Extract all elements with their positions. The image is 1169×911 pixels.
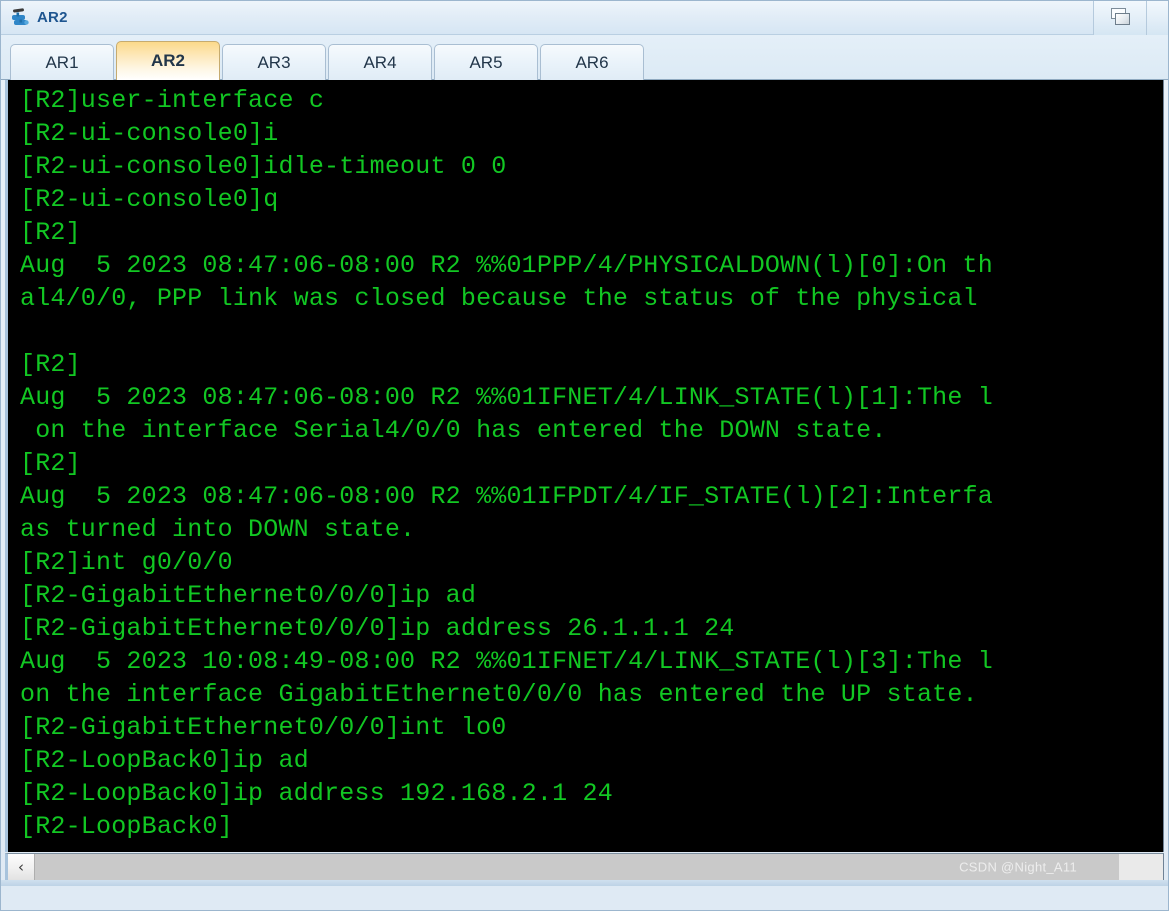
terminal-line: [R2-GigabitEthernet0/0/0]ip ad: [20, 581, 477, 610]
terminal-line: [R2]int g0/0/0: [20, 548, 233, 577]
terminal-line: [R2]: [20, 449, 81, 478]
terminal-line: on the interface Serial4/0/0 has entered…: [20, 416, 887, 445]
tab-ar5[interactable]: AR5: [434, 44, 538, 80]
window-controls: [1093, 1, 1168, 35]
tab-label: AR4: [363, 52, 397, 72]
title-bar: AR2: [1, 1, 1168, 35]
window-title: AR2: [37, 9, 68, 26]
tab-ar4[interactable]: AR4: [328, 44, 432, 80]
terminal-line: Aug 5 2023 08:47:06-08:00 R2 %%01PPP/4/P…: [20, 251, 993, 280]
terminal-line: on the interface GigabitEthernet0/0/0 ha…: [20, 680, 978, 709]
restore-window-icon: [1108, 8, 1132, 28]
tab-label: AR1: [45, 52, 79, 72]
watermark-text: CSDN @Night_A11: [959, 859, 1077, 875]
tab-label: AR5: [469, 52, 503, 72]
restore-window-button[interactable]: [1093, 1, 1146, 35]
scrollbar-end-region: [1119, 854, 1163, 880]
terminal-line: [R2-LoopBack0]ip address 192.168.2.1 24: [20, 779, 613, 808]
tab-ar6[interactable]: AR6: [540, 44, 644, 80]
terminal-line: Aug 5 2023 10:08:49-08:00 R2 %%01IFNET/4…: [20, 647, 993, 676]
titlebar-right-spacer: [1146, 1, 1168, 35]
terminal-line: [R2]: [20, 350, 81, 379]
terminal-panel[interactable]: [R2]user-interface c [R2-ui-console0]i [R2…: [5, 80, 1164, 852]
terminal-line: [R2-LoopBack0]: [20, 812, 233, 841]
terminal-output[interactable]: [R2]user-interface c [R2-ui-console0]i [R2…: [8, 80, 1163, 852]
terminal-line: [R2-GigabitEthernet0/0/0]ip address 26.1…: [20, 614, 735, 643]
terminal-line: al4/0/0, PPP link was closed because the…: [20, 284, 978, 313]
window-bottom-frame: [1, 880, 1168, 886]
scrollbar-track[interactable]: CSDN @Night_A11: [35, 854, 1119, 880]
tab-ar1[interactable]: AR1: [10, 44, 114, 80]
terminal-line: [R2]: [20, 218, 81, 247]
terminal-line: [R2-ui-console0]i: [20, 119, 279, 148]
ar2-console-window: AR2 AR1 AR2 AR3 AR4 AR5 AR6 [R2]user-int…: [0, 0, 1169, 911]
tab-label: AR6: [575, 52, 609, 72]
horizontal-scrollbar[interactable]: ‹ CSDN @Night_A11: [5, 853, 1164, 880]
tab-label: AR2: [150, 51, 185, 70]
tab-label: AR3: [257, 52, 291, 72]
terminal-line: Aug 5 2023 08:47:06-08:00 R2 %%01IFNET/4…: [20, 383, 993, 412]
terminal-line: Aug 5 2023 08:47:06-08:00 R2 %%01IFPDT/4…: [20, 482, 993, 511]
device-tab-bar: AR1 AR2 AR3 AR4 AR5 AR6: [1, 35, 1168, 80]
terminal-line: [R2-LoopBack0]ip ad: [20, 746, 309, 775]
terminal-line: as turned into DOWN state.: [20, 515, 416, 544]
tab-ar3[interactable]: AR3: [222, 44, 326, 80]
tab-ar2[interactable]: AR2: [116, 41, 220, 80]
terminal-line: [R2]user-interface c: [20, 86, 325, 115]
terminal-line: [R2-ui-console0]q: [20, 185, 279, 214]
router-device-icon: [10, 7, 32, 29]
terminal-line: [R2-ui-console0]idle-timeout 0 0: [20, 152, 507, 181]
chevron-left-icon[interactable]: ‹: [8, 854, 35, 880]
terminal-line: [R2-GigabitEthernet0/0/0]int lo0: [20, 713, 507, 742]
scrollbar-thumb[interactable]: [35, 854, 1076, 880]
